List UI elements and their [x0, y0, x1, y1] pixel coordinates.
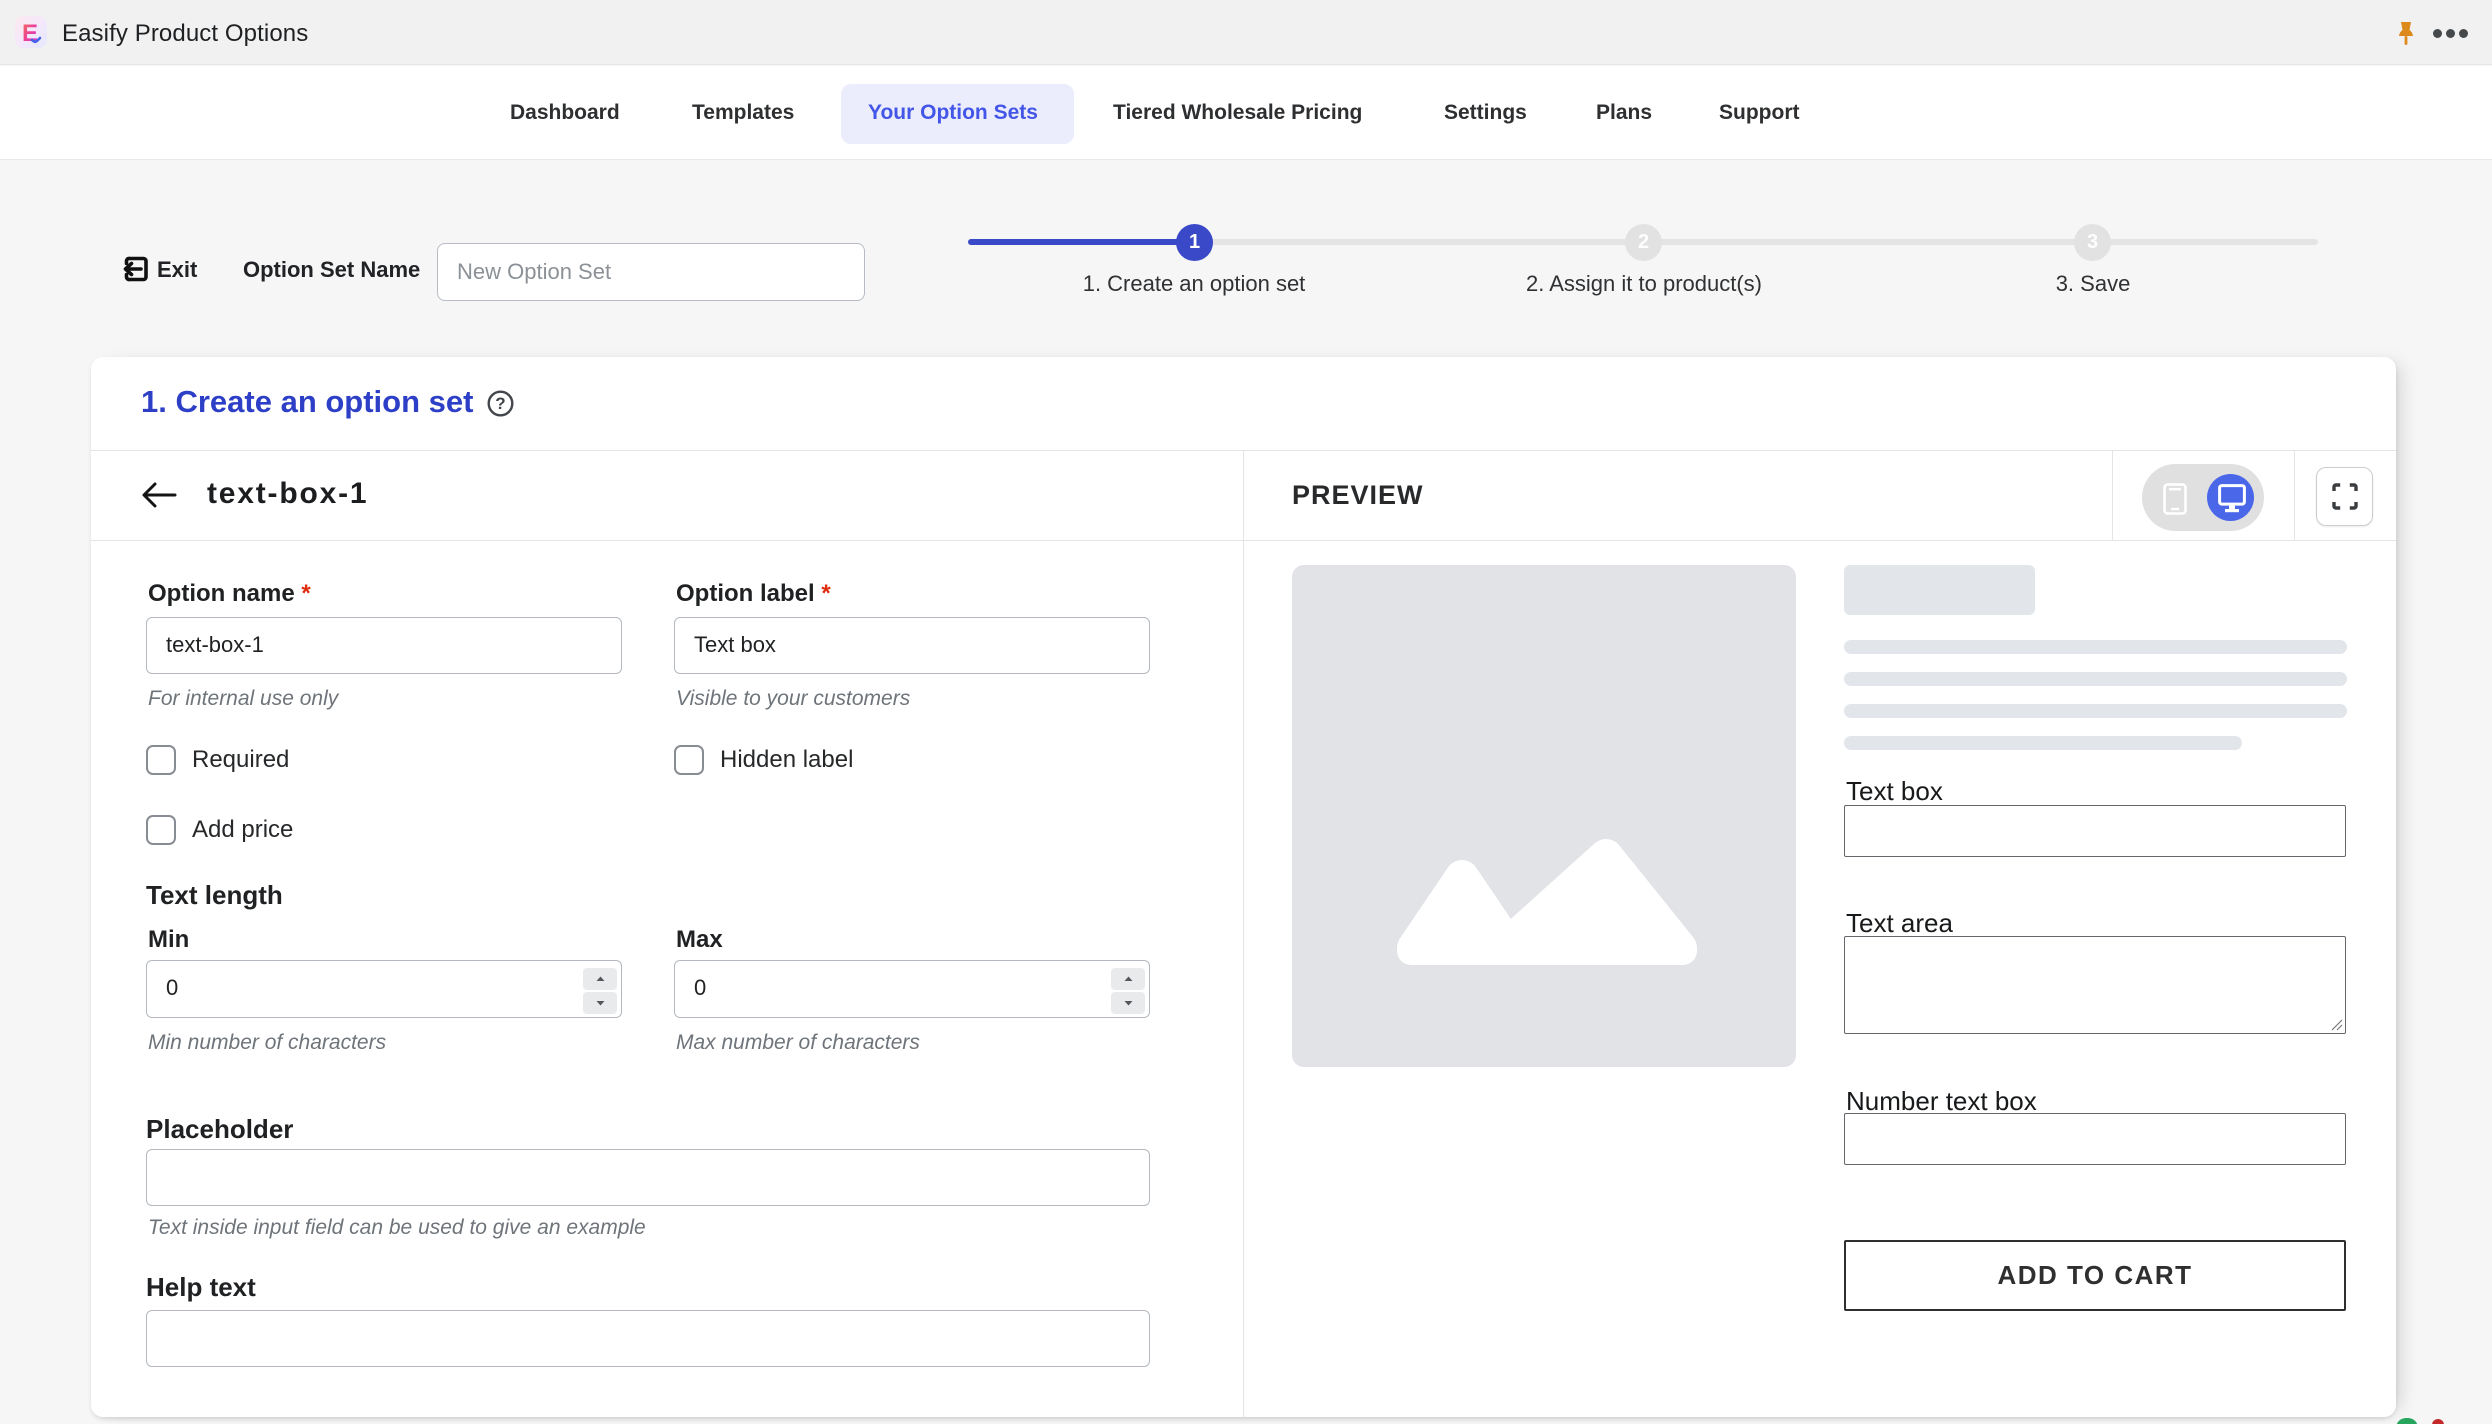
svg-text:?: ?	[495, 394, 505, 413]
